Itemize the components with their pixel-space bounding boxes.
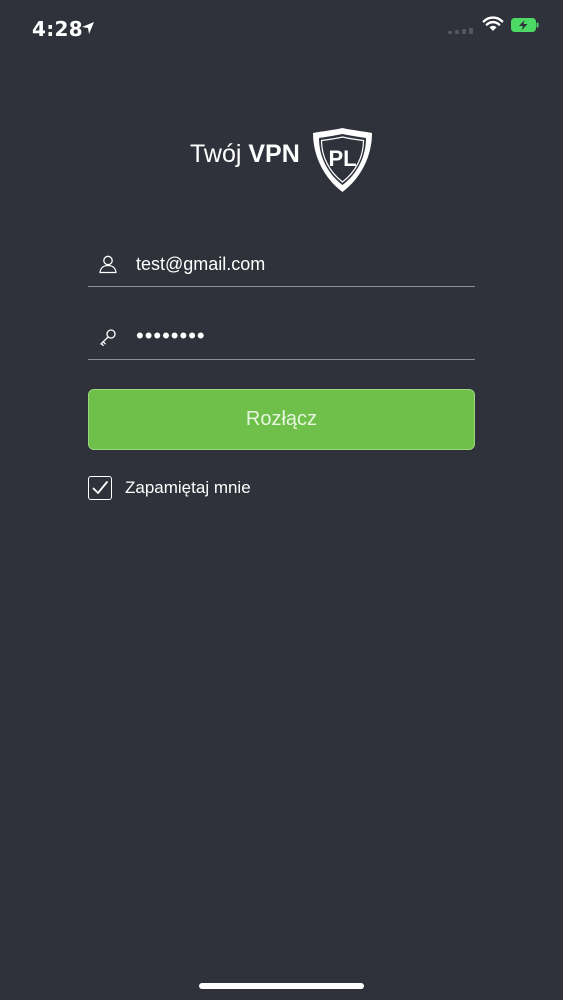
battery-charging-icon: [511, 18, 539, 32]
remember-me[interactable]: Zapamiętaj mnie: [88, 476, 288, 500]
location-arrow-icon: [82, 22, 94, 34]
home-indicator[interactable]: [199, 983, 364, 989]
email-value[interactable]: test@gmail.com: [136, 254, 265, 275]
key-icon: [100, 329, 116, 347]
password-value[interactable]: ••••••••: [136, 323, 206, 349]
cellular-signal-icon: [448, 28, 473, 34]
login-screen: 4:28 Twój VPN PL test@gmail.com ••••••••…: [0, 0, 563, 1000]
password-field[interactable]: ••••••••: [88, 315, 475, 360]
logo-text-bold: VPN: [248, 140, 300, 168]
checkmark-icon: [92, 481, 108, 494]
user-icon: [99, 255, 117, 274]
shield-logo-icon: PL: [313, 128, 372, 192]
logo-badge-text: PL: [328, 146, 356, 171]
status-time: 4:28: [32, 17, 83, 41]
remember-checkbox[interactable]: [88, 476, 112, 500]
email-field[interactable]: test@gmail.com: [88, 242, 475, 287]
logo-text-light: Twój: [190, 140, 242, 168]
status-bar: 4:28: [0, 0, 563, 60]
disconnect-button[interactable]: Rozłącz: [88, 389, 475, 450]
wifi-icon: [482, 16, 504, 31]
remember-label: Zapamiętaj mnie: [125, 478, 251, 497]
logo-text: Twój VPN: [190, 140, 300, 169]
app-logo: Twój VPN PL: [190, 126, 380, 196]
